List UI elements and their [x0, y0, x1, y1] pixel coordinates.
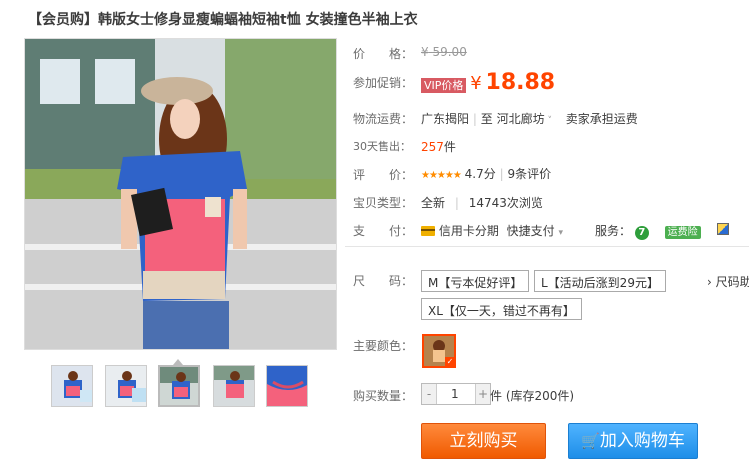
sales-label: 30天售出：: [353, 140, 411, 153]
check-icon: ✓: [445, 357, 454, 366]
promo-label: 参加促销：: [353, 76, 414, 90]
vip-price-tag: VIP价格: [421, 78, 467, 93]
rating-label: 评 价：: [353, 168, 414, 182]
original-price-symbol: ¥: [421, 45, 429, 59]
chevron-down-icon[interactable]: ▾: [559, 228, 564, 238]
stock-info: 件 (库存200件): [490, 389, 575, 403]
cart-icon: 🛒: [581, 432, 600, 450]
promo-price-value: 18.88: [485, 70, 556, 95]
credit-installment-link[interactable]: 信用卡分期: [439, 224, 499, 238]
size-option-m[interactable]: M【亏本促好评】: [421, 270, 530, 292]
shipping-fee: 卖家承担运费: [565, 112, 638, 126]
shipping-destination[interactable]: 河北廊坊: [497, 112, 545, 126]
thumbnail-strip: [51, 365, 311, 411]
shipping-from: 广东揭阳: [421, 112, 470, 126]
buy-now-button[interactable]: 立刻购买: [421, 423, 546, 459]
shipping-label: 物流运费：: [353, 112, 414, 126]
shipping-info: 广东揭阳 | 至 河北廊坊 ˅ 卖家承担运费: [421, 110, 638, 127]
rating-score: 4.7分: [464, 167, 496, 181]
quantity-stepper: - 1 +: [421, 383, 491, 405]
size-chart-link[interactable]: › 尺码助: [707, 273, 749, 290]
sales-info: 257件: [421, 138, 456, 155]
currency-symbol: ¥: [470, 73, 482, 94]
thumbnail-5[interactable]: [266, 365, 308, 407]
quantity-input[interactable]: 1: [436, 384, 476, 404]
item-type-info: 全新 | 14743次浏览: [421, 194, 543, 211]
thumbnail-1[interactable]: [51, 365, 93, 407]
sales-count: 257: [421, 140, 444, 154]
chevron-down-icon[interactable]: ˅: [545, 116, 552, 126]
thumbnail-2[interactable]: [105, 365, 147, 407]
size-label: 尺 码：: [353, 274, 414, 288]
thumbnail-3[interactable]: [158, 365, 200, 407]
service-label: 服务：: [595, 224, 632, 238]
product-title: 【会员购】韩版女士修身显瘦蝙蝠袖短袖t恤 女装撞色半袖上衣: [28, 12, 418, 28]
item-type-label: 宝贝类型：: [353, 196, 414, 210]
quantity-increase-button[interactable]: +: [476, 384, 490, 404]
promo-price: VIP价格 ¥ 18.88: [421, 70, 555, 95]
seven-day-return-icon[interactable]: 7: [634, 226, 649, 240]
add-to-cart-label: 加入购物车: [599, 431, 685, 451]
service-info: 服务： 7 运费险: [595, 222, 729, 240]
size-option-xl[interactable]: XL【仅一天，错过不再有】: [421, 298, 582, 320]
add-to-cart-button[interactable]: 🛒加入购物车: [568, 423, 698, 459]
size-option-l[interactable]: L【活动后涨到29元】: [534, 270, 666, 292]
star-rating-icon: ★★★★★: [421, 170, 462, 181]
original-price: ¥ 59.00: [421, 45, 467, 59]
payment-info: 信用卡分期 快捷支付 ▾: [421, 222, 563, 239]
item-type-separator: |: [454, 196, 459, 210]
rating-info: ★★★★★ 4.7分 | 9条评价: [421, 165, 551, 182]
shipping-separator: |: [472, 112, 477, 126]
shipping-to-prefix: 至: [480, 112, 493, 126]
quantity-decrease-button[interactable]: -: [422, 384, 436, 404]
item-condition: 全新: [421, 196, 446, 210]
color-label: 主要颜色：: [353, 339, 414, 353]
freight-insurance-badge[interactable]: 运费险: [664, 226, 701, 239]
rating-separator: |: [499, 167, 504, 181]
credit-card-icon: [421, 226, 435, 236]
review-count-link[interactable]: 9条评价: [507, 167, 551, 181]
thumbnail-4[interactable]: [213, 365, 255, 407]
price-label: 价 格：: [353, 47, 414, 61]
sales-unit: 件: [443, 140, 456, 154]
section-divider: [345, 246, 749, 247]
quantity-label: 购买数量：: [353, 389, 414, 403]
main-product-image[interactable]: [24, 38, 337, 350]
invoice-icon[interactable]: [716, 223, 729, 235]
color-swatch-selected[interactable]: ✓: [422, 334, 456, 368]
quick-pay-link[interactable]: 快捷支付: [507, 224, 555, 238]
view-count: 14743次浏览: [468, 196, 543, 210]
original-price-value: 59.00: [432, 45, 467, 59]
payment-label: 支 付：: [353, 224, 414, 238]
